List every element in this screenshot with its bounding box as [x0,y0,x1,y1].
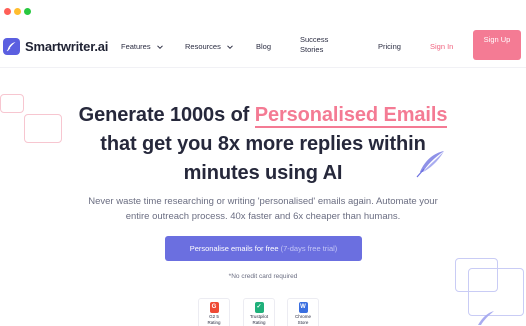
sign-up-button[interactable]: Sign Up [473,30,521,60]
hero-subtitle-line-1: Never waste time researching or writing … [88,196,438,207]
nav-resources-label: Resources [185,42,221,51]
sign-in-link[interactable]: Sign In [430,42,453,51]
badge-subtitle: Rating [207,320,221,325]
hero-heading-line-2: that get you 8x more replies within [100,133,426,155]
hero-subtitle-line-2: entire outreach process. 40x faster and … [125,211,401,222]
nav-features[interactable]: Features [121,42,164,51]
cta-label: Personalise emails for free [189,244,279,253]
badge-subtitle: Rating [252,320,266,325]
minimize-window-button[interactable] [14,8,21,15]
hero-heading-highlight: Personalised Emails [254,104,448,128]
trustpilot-rating-badge[interactable]: ✓ Trustpilot Rating [243,298,275,326]
chevron-down-icon [156,44,163,49]
nav-divider [0,67,526,68]
chrome-store-badge[interactable]: W Chrome Store [287,298,319,326]
feather-quill-icon [416,151,444,178]
maximize-window-button[interactable] [24,8,31,15]
chevron-down-icon [227,44,233,49]
brand-logo[interactable]: Smartwriter.ai [3,38,108,55]
top-navigation: Smartwriter.ai Features Resources Blog S… [0,26,526,66]
badge-subtitle: Store [297,320,309,325]
close-window-button[interactable] [4,8,11,15]
chrome-store-logo-icon: W [298,302,308,313]
g2-logo-icon: G [209,302,219,313]
browser-chrome [0,0,526,22]
g2-rating-badge[interactable]: G G2 5 Rating [198,298,230,326]
brand-name: Smartwriter.ai [25,39,109,54]
nav-success-stories[interactable]: Success Stories [300,35,340,55]
nav-resources[interactable]: Resources [185,42,234,51]
trustpilot-logo-icon: ✓ [254,302,264,313]
nav-features-label: Features [121,42,151,51]
hero-heading-prefix: Generate 1000s of [78,104,255,126]
sign-up-label: Sign Up [483,35,511,44]
feather-quill-icon [478,311,494,325]
personalise-emails-cta-button[interactable]: Personalise emails for free (7-days free… [165,236,362,261]
nav-pricing[interactable]: Pricing [378,42,401,51]
hero-heading-line-3: minutes using AI [183,162,343,184]
cta-trial-note: (7-days free trial) [280,244,338,253]
feather-pen-icon [3,38,20,55]
hero-heading-line-1: Generate 1000s of Personalised Emails [0,104,526,128]
nav-blog[interactable]: Blog [256,42,271,51]
no-credit-card-note: *No credit card required [228,273,298,280]
